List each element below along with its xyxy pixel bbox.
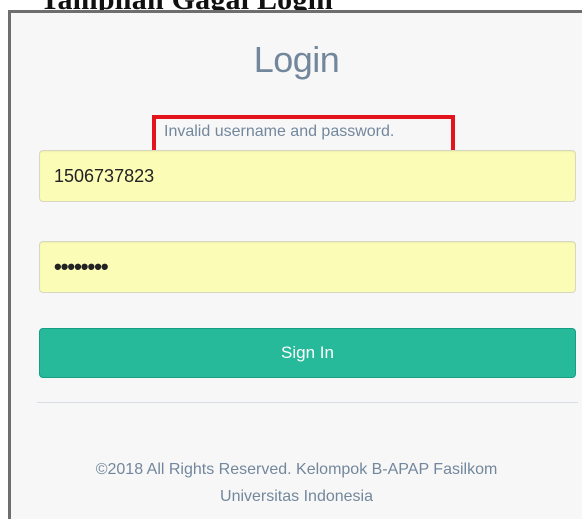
error-message: Invalid username and password. [164, 123, 395, 140]
footer-copyright: ©2018 All Rights Reserved. Kelompok B-AP… [95, 461, 498, 478]
sign-in-button[interactable]: Sign In [39, 328, 576, 378]
password-value: •••••••• [54, 254, 109, 279]
username-input[interactable]: 1506737823 [39, 150, 576, 202]
footer-institution: Universitas Indonesia [220, 488, 373, 505]
footer: ©2018 All Rights Reserved. Kelompok B-AP… [31, 456, 562, 510]
sign-in-label: Sign In [281, 343, 334, 362]
login-panel: Login Invalid username and password. 150… [8, 10, 582, 519]
page-title: Login [253, 39, 340, 80]
password-input[interactable]: •••••••• [39, 241, 576, 293]
username-value: 1506737823 [54, 165, 155, 186]
divider [37, 402, 578, 403]
